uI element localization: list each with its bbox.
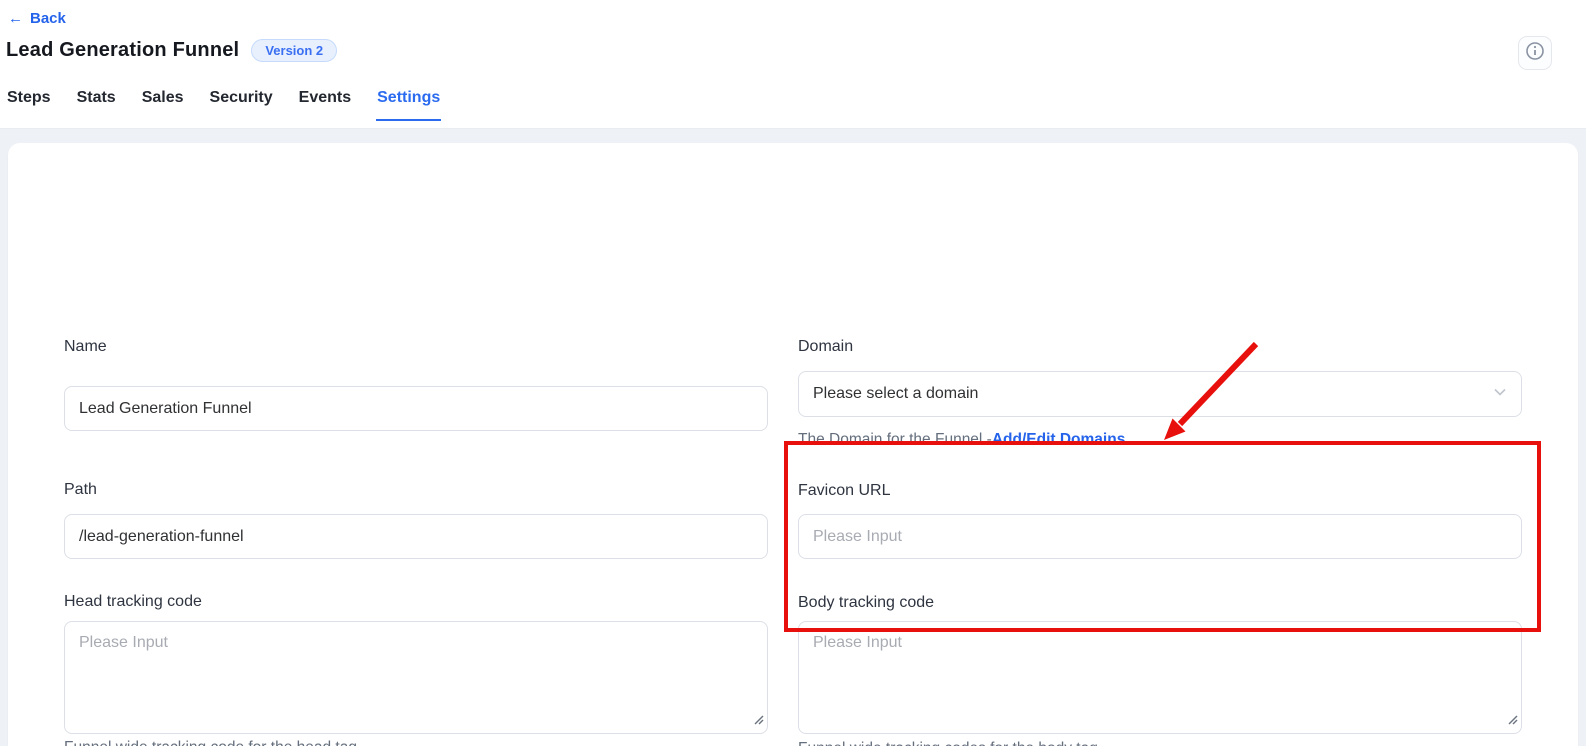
tab-steps[interactable]: Steps — [6, 87, 52, 121]
version-badge: Version 2 — [251, 39, 337, 62]
page-title: Lead Generation Funnel — [6, 39, 239, 62]
settings-card: Name Path Head tracking code Funnel wide… — [8, 143, 1578, 746]
body-tracking-wrap — [798, 621, 1522, 734]
chevron-down-icon — [1493, 385, 1507, 404]
tab-stats[interactable]: Stats — [76, 87, 117, 121]
back-label: Back — [30, 10, 66, 27]
info-icon — [1525, 41, 1545, 66]
tab-security[interactable]: Security — [209, 87, 274, 121]
domain-label: Domain — [798, 337, 853, 357]
body-tracking-helper: Funnel wide tracking codes for the body … — [798, 739, 1098, 746]
funnel-settings-page: ← Back Lead Generation Funnel Version 2 … — [0, 0, 1586, 746]
body-tracking-textarea[interactable] — [798, 621, 1522, 734]
head-tracking-helper: Funnel wide tracking code for the head t… — [64, 738, 357, 746]
add-edit-domains-link[interactable]: Add/Edit Domains — [992, 431, 1125, 448]
head-tracking-wrap — [64, 621, 768, 734]
back-button[interactable]: ← Back — [8, 10, 66, 27]
favicon-label: Favicon URL — [798, 481, 890, 501]
name-input[interactable] — [64, 386, 768, 431]
domain-select[interactable]: Please select a domain — [798, 371, 1522, 417]
tab-events[interactable]: Events — [298, 87, 352, 121]
domain-helper-text: The Domain for the Funnel - — [798, 431, 992, 448]
tab-settings[interactable]: Settings — [376, 87, 441, 121]
resize-handle-icon[interactable] — [753, 712, 764, 730]
favicon-input[interactable] — [798, 514, 1522, 559]
info-button[interactable] — [1518, 36, 1552, 70]
domain-value: Please select a domain — [813, 385, 978, 403]
page-header: ← Back Lead Generation Funnel Version 2 … — [0, 0, 1586, 129]
domain-helper: The Domain for the Funnel -Add/Edit Doma… — [798, 430, 1125, 450]
resize-handle-icon[interactable] — [1507, 712, 1518, 730]
head-tracking-textarea[interactable] — [64, 621, 768, 734]
tab-sales[interactable]: Sales — [141, 87, 185, 121]
path-label: Path — [64, 480, 97, 500]
tab-bar: Steps Stats Sales Security Events Settin… — [6, 87, 441, 129]
head-tracking-label: Head tracking code — [64, 592, 202, 612]
title-row: Lead Generation Funnel Version 2 — [6, 39, 337, 62]
name-label: Name — [64, 337, 107, 357]
body-tracking-label: Body tracking code — [798, 593, 934, 613]
back-arrow-icon: ← — [8, 10, 23, 27]
path-input[interactable] — [64, 514, 768, 559]
